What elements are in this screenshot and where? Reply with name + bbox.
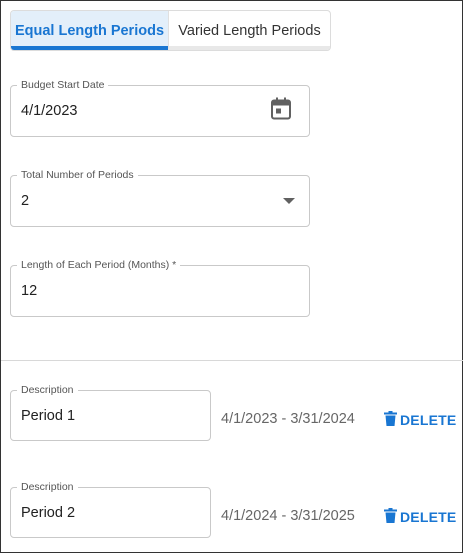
trash-icon <box>384 411 397 429</box>
period-1-date-range: 4/1/2023 - 3/31/2024 <box>221 411 355 427</box>
dropdown-arrow-icon[interactable] <box>283 192 295 210</box>
tab-varied-length-periods[interactable]: Varied Length Periods <box>168 11 330 50</box>
budget-start-date-label: Budget Start Date <box>17 79 109 91</box>
calendar-icon[interactable] <box>271 97 291 125</box>
period-2-description-field[interactable]: Description Period 2 <box>10 481 211 538</box>
period-1-delete-button[interactable]: DELETE <box>384 411 456 429</box>
period-1-description-field[interactable]: Description Period 1 <box>10 384 211 441</box>
period-settings-panel: Equal Length Periods Varied Length Perio… <box>0 0 463 553</box>
period-2-date-range: 4/1/2024 - 3/31/2025 <box>221 508 355 524</box>
period-1-description-label: Description <box>17 384 78 396</box>
total-number-of-periods-value: 2 <box>21 193 30 209</box>
budget-start-date-value: 4/1/2023 <box>21 103 78 119</box>
length-of-each-period-value: 12 <box>21 283 38 299</box>
total-number-of-periods-label: Total Number of Periods <box>17 169 138 181</box>
total-number-of-periods-select[interactable]: Total Number of Periods 2 <box>10 169 310 227</box>
period-1-description-value: Period 1 <box>21 407 76 424</box>
tab-equal-length-periods[interactable]: Equal Length Periods <box>11 11 168 50</box>
length-of-each-period-field[interactable]: Length of Each Period (Months) * 12 <box>10 259 310 317</box>
length-of-each-period-label: Length of Each Period (Months) * <box>17 259 181 271</box>
period-2-description-label: Description <box>17 481 78 493</box>
trash-icon <box>384 508 397 526</box>
budget-start-date-field[interactable]: Budget Start Date 4/1/2023 <box>10 79 310 137</box>
period-1-delete-label: DELETE <box>400 412 457 428</box>
period-2-delete-label: DELETE <box>400 509 457 525</box>
period-mode-tabs: Equal Length Periods Varied Length Perio… <box>10 10 331 51</box>
period-2-description-value: Period 2 <box>21 504 76 521</box>
section-divider <box>1 360 463 361</box>
period-2-delete-button[interactable]: DELETE <box>384 508 456 526</box>
